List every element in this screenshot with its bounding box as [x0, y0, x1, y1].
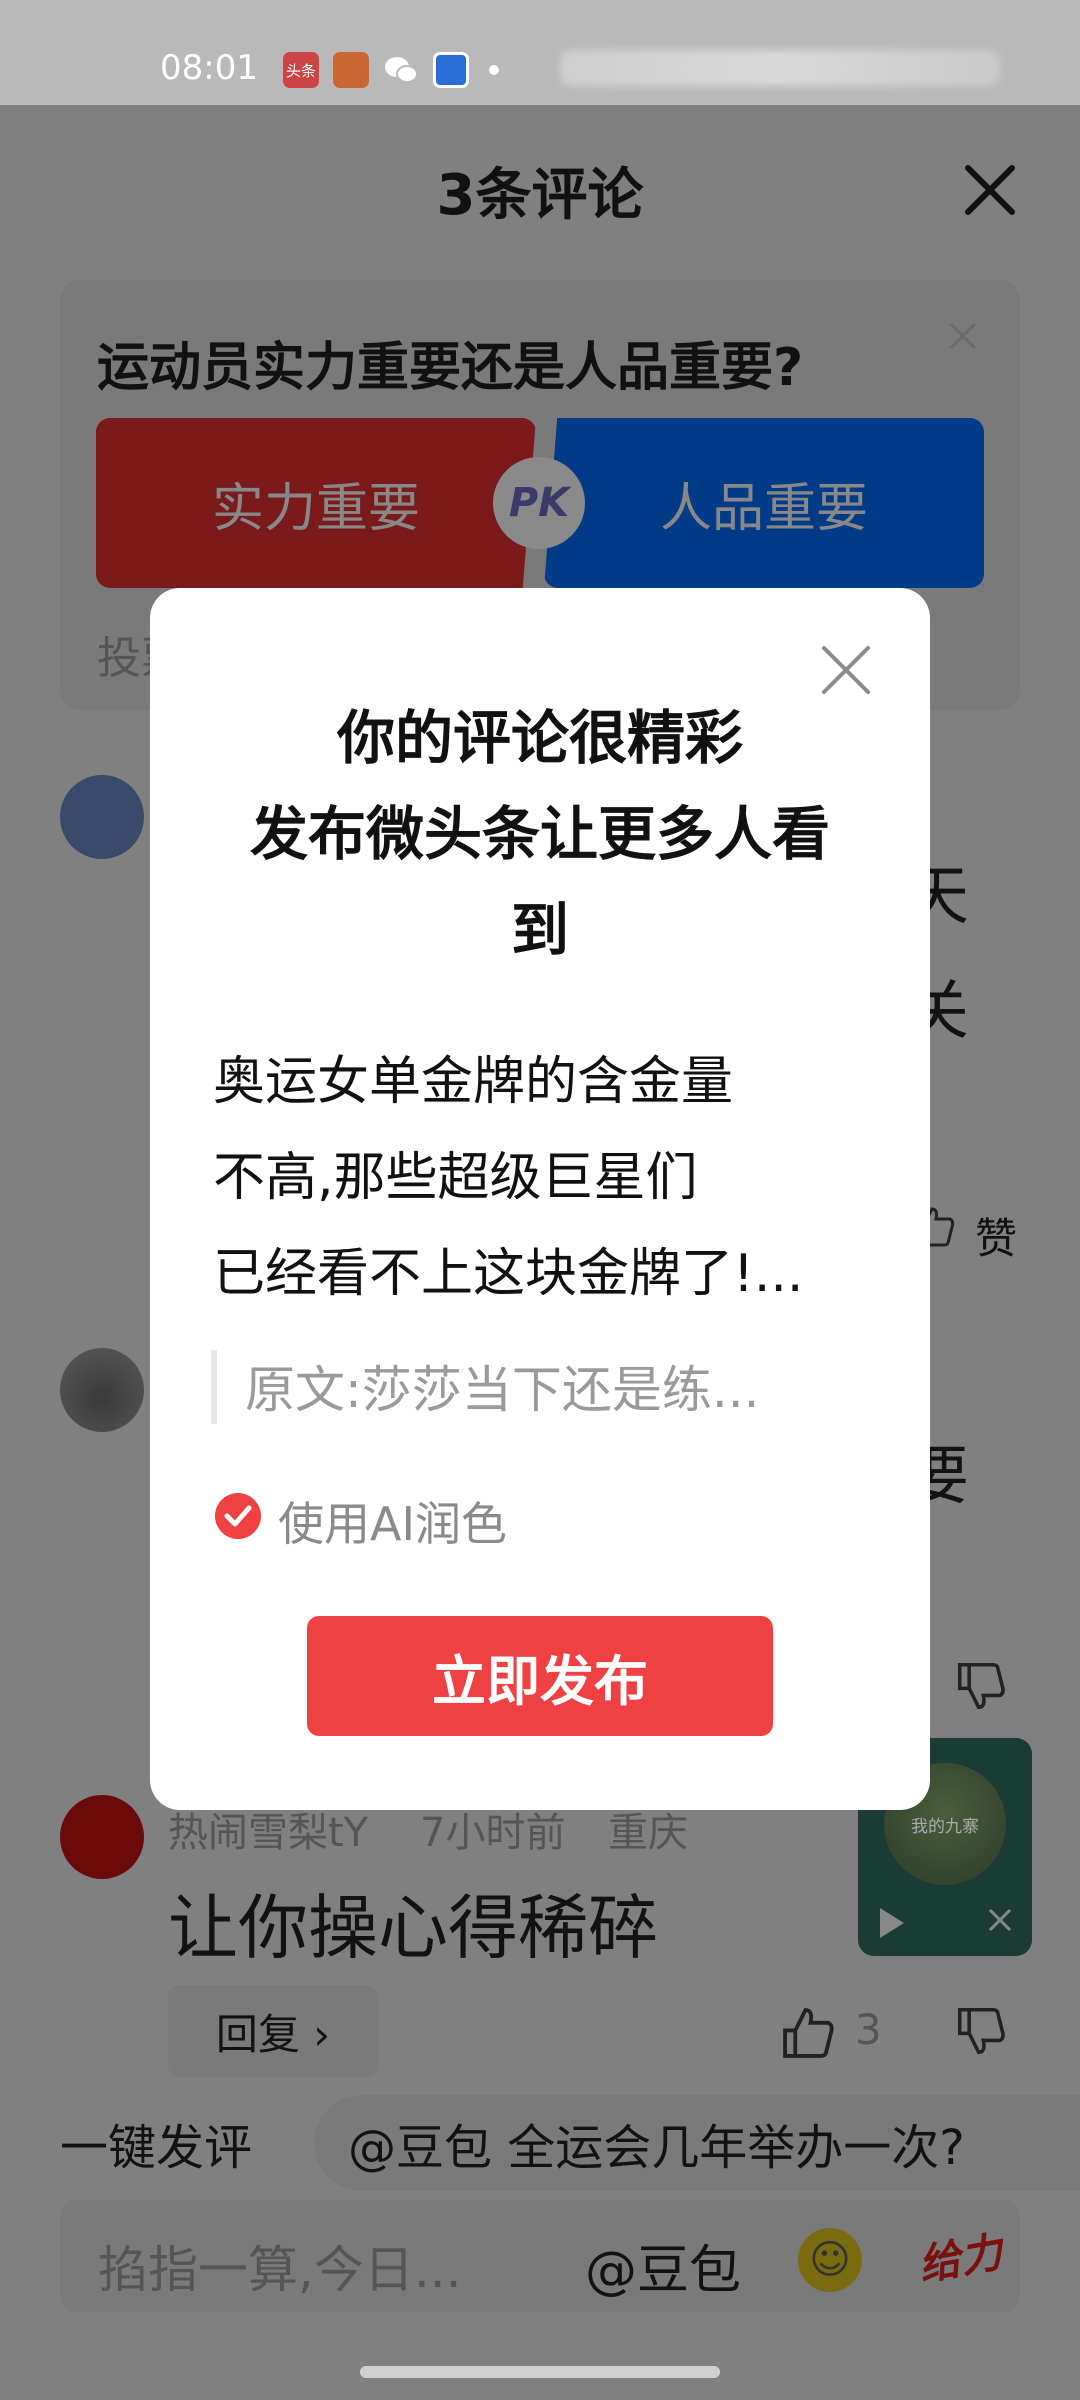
- comment-count-title: 3条评论: [436, 163, 644, 228]
- player-close-icon[interactable]: [986, 1906, 1014, 1934]
- player-title: 我的九寨: [911, 1816, 979, 1837]
- browser-icon: [433, 52, 469, 88]
- reply-button[interactable]: 回复 ›: [168, 1985, 378, 2077]
- dialog-title-line: 发布微头条让更多人看: [249, 800, 830, 868]
- doubao-mention-button[interactable]: @豆包: [585, 2228, 741, 2303]
- poll-option-left[interactable]: 实力重要: [96, 418, 536, 588]
- pk-badge: PK: [493, 457, 585, 549]
- check-icon: [224, 1505, 252, 1527]
- poll-close-icon[interactable]: [945, 318, 981, 354]
- emoji-icon[interactable]: ☺: [798, 2228, 862, 2292]
- ai-polish-checkbox[interactable]: [215, 1493, 261, 1539]
- dialog-title-line: 你的评论很精彩: [336, 704, 743, 772]
- home-indicator[interactable]: [360, 2366, 720, 2378]
- notification-dot-icon: [489, 65, 499, 75]
- poll-question: 运动员实力重要还是人品重要?: [97, 338, 804, 398]
- status-system-icons: [560, 50, 1000, 86]
- preview-line: 奥运女单金牌的含金量: [213, 1052, 734, 1112]
- like-count: 3: [855, 2005, 882, 2054]
- avatar[interactable]: [60, 1348, 144, 1432]
- poll-option-right-label: 人品重要: [659, 478, 868, 539]
- dialog-title-line: 到: [510, 896, 569, 964]
- preview-line: 已经看不上这块金牌了!...: [213, 1244, 804, 1304]
- close-icon[interactable]: [960, 160, 1020, 220]
- dialog-title: 你的评论很精彩 发布微头条让更多人看 到: [150, 690, 930, 978]
- toutiao-app-icon: 头条: [283, 52, 319, 88]
- preview-line: 不高,那些超级巨星们: [213, 1148, 698, 1208]
- publish-now-button[interactable]: 立即发布: [307, 1616, 773, 1736]
- play-icon[interactable]: [880, 1908, 904, 1938]
- dialog-comment-preview: 奥运女单金牌的含金量 不高,那些超级巨星们 已经看不上这块金牌了!...: [213, 1034, 873, 1322]
- status-app-icons: 头条: [283, 52, 499, 88]
- wechat-icon: [383, 52, 419, 88]
- like-icon[interactable]: [780, 2005, 836, 2061]
- dislike-icon[interactable]: [955, 1660, 1007, 1712]
- status-bar: 08:01 头条: [0, 0, 1080, 105]
- avatar[interactable]: [60, 1795, 144, 1879]
- ai-polish-label[interactable]: 使用AI润色: [278, 1488, 507, 1554]
- dislike-icon[interactable]: [955, 2005, 1007, 2057]
- dialog-original-quote: 原文:莎莎当下还是练...: [211, 1350, 871, 1424]
- quick-comment-suggestion[interactable]: @豆包 全运会几年举办一次?: [314, 2095, 1080, 2191]
- comment-input-placeholder[interactable]: 掐指一算,今日...: [98, 2230, 462, 2302]
- like-label: 赞: [975, 1214, 1018, 1263]
- avatar[interactable]: [60, 775, 144, 859]
- quick-comment-label: 一键发评: [60, 2120, 253, 2176]
- status-time: 08:01: [160, 48, 258, 88]
- poll-option-left-label: 实力重要: [211, 478, 420, 539]
- toutiao-alt-icon: [333, 52, 369, 88]
- poll-option-right[interactable]: 人品重要: [544, 418, 984, 588]
- comment-text: 让你操心得稀碎: [168, 1887, 658, 1969]
